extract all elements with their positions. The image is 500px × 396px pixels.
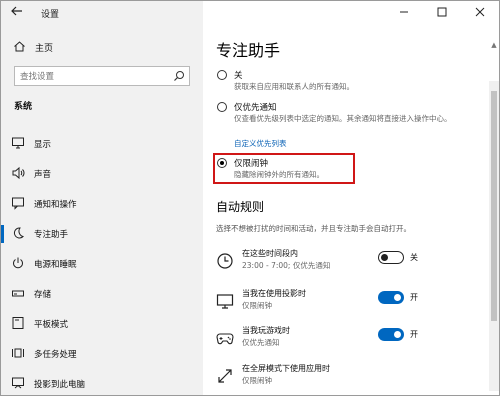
- sidebar-item-label: 专注助手: [34, 230, 69, 240]
- tablet-icon: [12, 317, 24, 329]
- sidebar-item-storage[interactable]: 存储: [1, 279, 203, 309]
- back-button[interactable]: [7, 4, 27, 22]
- gamepad-icon: [216, 333, 234, 345]
- multitask-icon: [12, 348, 24, 358]
- scrollbar[interactable]: [489, 81, 499, 391]
- clock-icon: [217, 253, 233, 269]
- sidebar-item-label: 通知和操作: [34, 200, 77, 210]
- rule-subtitle: 仅限闹钟: [242, 376, 272, 385]
- app-title: 设置: [41, 10, 60, 20]
- main-content: 专注助手 关 获取来自应用和联系人的所有通知。 仅优先通知 仅查看优先级列表中选…: [203, 1, 499, 395]
- project-icon: [12, 377, 24, 389]
- sidebar-item-notifications[interactable]: 通知和操作: [1, 189, 203, 219]
- storage-icon: [12, 290, 24, 297]
- scrollbar-thumb[interactable]: [491, 91, 497, 321]
- speaker-icon: [12, 166, 25, 180]
- home-link[interactable]: 主页: [1, 36, 203, 58]
- settings-window: 设置 主页 系统 显示 声音 通知和操作: [0, 0, 500, 396]
- toggle-state: 开: [410, 330, 418, 339]
- rule-subtitle: 仅优先通知: [242, 338, 280, 347]
- rule-title: 当我在使用投影时: [242, 289, 306, 298]
- toggle-knob: [394, 331, 401, 338]
- highlight-box: [213, 153, 355, 184]
- rule-fullscreen[interactable]: 在全屏模式下使用应用时 仅限闹钟: [203, 363, 453, 395]
- auto-rules-desc: 选择不想被打扰的时间和活动，并且专注助手会自动打开。: [216, 224, 411, 233]
- rule-subtitle: 23:00 - 7:00; 仅优先通知: [242, 261, 331, 270]
- sidebar-item-label: 声音: [34, 170, 52, 180]
- option-off-desc: 获取来自应用和联系人的所有通知。: [234, 82, 354, 91]
- rule-title: 在全屏模式下使用应用时: [242, 364, 330, 373]
- customize-priority-link[interactable]: 自定义优先列表: [234, 138, 287, 149]
- sidebar-item-power[interactable]: 电源和睡眠: [1, 249, 203, 279]
- nav-list: 显示 声音 通知和操作 专注助手 电源和睡眠 存储 平板模式 多任务处理 投影到…: [1, 129, 203, 395]
- close-button[interactable]: [473, 5, 487, 19]
- title-bar: 设置: [1, 1, 203, 25]
- fullscreen-icon: [218, 369, 232, 383]
- search-input[interactable]: [20, 70, 170, 83]
- sidebar-item-label: 电源和睡眠: [34, 260, 77, 270]
- option-off-label: 关: [234, 71, 243, 81]
- arrow-left-icon: [11, 6, 22, 16]
- section-title: 系统: [14, 102, 33, 112]
- rule-gaming[interactable]: 当我玩游戏时 仅优先通知 开: [203, 325, 453, 363]
- option-priority-label: 仅优先通知: [234, 103, 277, 113]
- sidebar-item-label: 投影到此电脑: [34, 380, 86, 390]
- search-icon[interactable]: [173, 70, 185, 82]
- rule-projecting[interactable]: 当我在使用投影时 仅限闹钟 开: [203, 288, 453, 326]
- close-icon: [475, 7, 485, 17]
- sidebar-item-project[interactable]: 投影到此电脑: [1, 369, 203, 395]
- rule-title: 在这些时间段内: [242, 249, 298, 258]
- toggle-projecting[interactable]: [378, 291, 404, 304]
- sidebar-item-label: 显示: [34, 140, 52, 150]
- sidebar-item-label: 平板模式: [34, 320, 69, 330]
- toggle-state: 开: [410, 293, 418, 302]
- notification-icon: [12, 197, 24, 210]
- home-label: 主页: [35, 44, 54, 54]
- radio-off[interactable]: [217, 70, 227, 80]
- scroll-up-arrow[interactable]: ▲: [490, 41, 498, 51]
- sidebar-item-label: 多任务处理: [34, 350, 77, 360]
- home-icon: [14, 41, 25, 52]
- sidebar-item-label: 存储: [34, 290, 52, 300]
- sidebar: 设置 主页 系统 显示 声音 通知和操作: [1, 1, 203, 395]
- search-box[interactable]: [14, 66, 190, 86]
- window-controls: [391, 1, 499, 25]
- monitor-icon: [12, 137, 24, 149]
- minimize-icon: [400, 11, 408, 13]
- sidebar-item-focus-assist[interactable]: 专注助手: [1, 219, 203, 249]
- toggle-gaming[interactable]: [378, 328, 404, 341]
- option-priority-desc: 仅查看优先级列表中选定的通知。其余通知将直接进入操作中心。: [234, 114, 452, 123]
- minimize-button[interactable]: [397, 5, 411, 19]
- page-title: 专注助手: [216, 41, 281, 60]
- rule-subtitle: 仅限闹钟: [242, 301, 272, 310]
- rule-time-range[interactable]: 在这些时间段内 23:00 - 7:00; 仅优先通知 关: [203, 248, 453, 286]
- maximize-icon: [437, 7, 447, 17]
- sidebar-item-sound[interactable]: 声音: [1, 159, 203, 189]
- toggle-state: 关: [410, 253, 418, 262]
- sidebar-item-display[interactable]: 显示: [1, 129, 203, 159]
- power-icon: [13, 257, 23, 269]
- sidebar-item-tablet[interactable]: 平板模式: [1, 309, 203, 339]
- sidebar-item-multitasking[interactable]: 多任务处理: [1, 339, 203, 369]
- toggle-time-range[interactable]: [378, 251, 404, 264]
- toggle-knob: [381, 253, 388, 261]
- projector-icon: [216, 294, 234, 309]
- radio-priority-only[interactable]: [217, 102, 227, 112]
- moon-icon: [14, 227, 24, 239]
- rule-title: 当我玩游戏时: [242, 326, 290, 335]
- auto-rules-title: 自动规则: [216, 200, 265, 214]
- toggle-knob: [394, 294, 401, 301]
- maximize-button[interactable]: [435, 5, 449, 19]
